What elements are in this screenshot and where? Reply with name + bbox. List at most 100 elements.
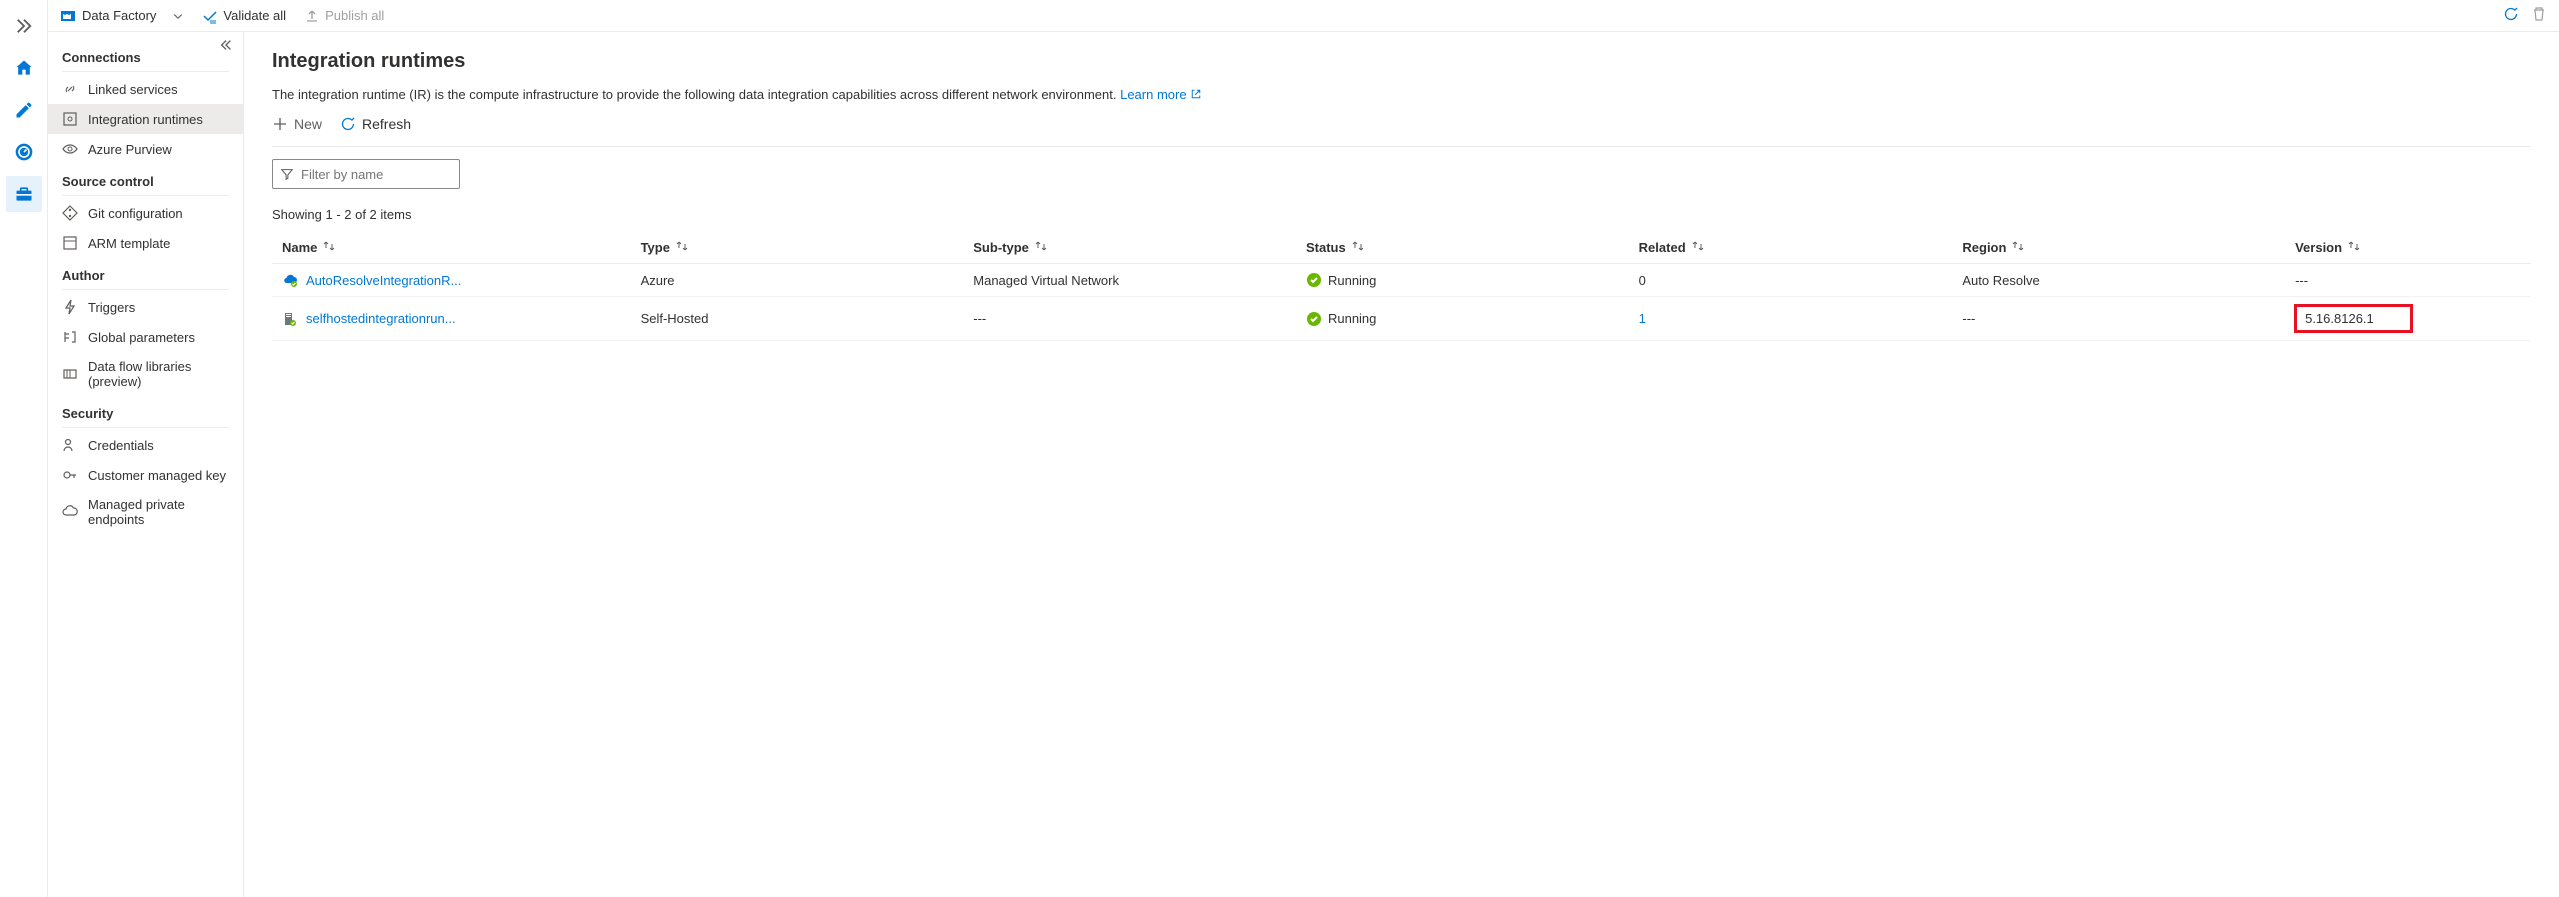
runtime-name-cell[interactable]: selfhostedintegrationrun... [272,297,631,341]
sidebar-item-label: Triggers [88,300,135,315]
manage-sidebar: Connections Linked services Integration … [48,32,244,897]
template-icon [62,235,78,251]
validate-icon [202,8,218,24]
sidebar-item-label: Integration runtimes [88,112,203,127]
page-title: Integration runtimes [272,50,2531,73]
refresh-icon [2503,6,2519,22]
column-version[interactable]: Version [2285,232,2531,264]
git-icon [62,205,78,221]
section-author-title: Author [48,258,243,289]
related-link[interactable]: 1 [1639,311,1646,326]
sidebar-item-label: Managed private endpoints [88,497,229,527]
server-runtime-icon [282,311,298,327]
sort-icon[interactable] [1352,240,1364,252]
publish-all-button[interactable]: Publish all [304,8,384,24]
section-connections-title: Connections [48,40,243,71]
column-name[interactable]: Name [272,232,631,264]
type-cell: Azure [631,264,964,297]
sort-icon[interactable] [676,240,688,252]
sidebar-item-azure-purview[interactable]: Azure Purview [48,134,243,164]
external-link-icon [1190,88,1202,100]
sidebar-item-label: ARM template [88,236,170,251]
filter-input[interactable] [272,159,460,189]
author-button[interactable] [6,92,42,128]
monitor-button[interactable] [6,134,42,170]
status-running-icon [1306,311,1322,327]
chevron-double-left-icon [219,38,233,52]
sidebar-item-git-configuration[interactable]: Git configuration [48,198,243,228]
sort-icon[interactable] [2348,240,2360,252]
content-area: Integration runtimes The integration run… [244,32,2559,897]
sidebar-item-data-flow-libraries[interactable]: Data flow libraries (preview) [48,352,243,396]
sidebar-item-global-parameters[interactable]: Global parameters [48,322,243,352]
library-icon [62,366,78,382]
link-icon [62,81,78,97]
sort-icon[interactable] [1692,240,1704,252]
sidebar-item-integration-runtimes[interactable]: Integration runtimes [48,104,243,134]
sidebar-item-credentials[interactable]: Credentials [48,430,243,460]
column-region[interactable]: Region [1952,232,2285,264]
version-cell: --- [2285,264,2531,297]
page-description: The integration runtime (IR) is the comp… [272,87,2531,102]
section-security-title: Security [48,396,243,427]
refresh-icon [340,116,356,132]
sidebar-item-customer-managed-key[interactable]: Customer managed key [48,460,243,490]
trash-icon [2531,6,2547,22]
result-count: Showing 1 - 2 of 2 items [272,207,2531,222]
toolbox-icon [14,184,34,204]
home-button[interactable] [6,50,42,86]
sidebar-collapse-button[interactable] [219,38,233,55]
column-related[interactable]: Related [1629,232,1953,264]
sidebar-item-linked-services[interactable]: Linked services [48,74,243,104]
sidebar-item-arm-template[interactable]: ARM template [48,228,243,258]
filter-icon [280,167,294,181]
runtimes-table: Name Type Sub-type Status Related Region… [272,232,2531,341]
status-cell: Running [1296,297,1629,341]
runtime-name-cell[interactable]: AutoResolveIntegrationR... [272,264,631,297]
sort-icon[interactable] [1035,240,1047,252]
sort-icon[interactable] [2012,240,2024,252]
column-type[interactable]: Type [631,232,964,264]
region-cell: --- [1952,297,2285,341]
top-toolbar: Data Factory Validate all Publish all [48,0,2559,32]
plus-icon [272,116,288,132]
sidebar-item-label: Data flow libraries (preview) [88,359,229,389]
column-subtype[interactable]: Sub-type [963,232,1296,264]
filter-box [272,159,460,189]
version-cell-highlighted: 5.16.8126.1 [2295,305,2412,332]
subtype-cell: --- [963,297,1296,341]
publish-label: Publish all [325,8,384,23]
left-icon-rail [0,0,48,897]
factory-selector[interactable]: Data Factory [60,8,184,24]
factory-icon [60,8,76,24]
eye-icon [62,141,78,157]
sidebar-item-label: Customer managed key [88,468,226,483]
column-status[interactable]: Status [1296,232,1629,264]
chevron-double-right-icon [14,16,34,36]
validate-all-button[interactable]: Validate all [202,8,286,24]
refresh-global-button[interactable] [2503,6,2519,25]
gauge-icon [14,142,34,162]
subtype-cell: Managed Virtual Network [963,264,1296,297]
runtime-icon [62,111,78,127]
table-row: selfhostedintegrationrun...Self-Hosted--… [272,297,2531,341]
sort-icon[interactable] [323,240,335,252]
new-button[interactable]: New [272,116,322,132]
expand-rail-button[interactable] [6,8,42,44]
discard-button[interactable] [2531,6,2547,25]
command-bar: New Refresh [272,116,2531,132]
sidebar-item-managed-private-endpoints[interactable]: Managed private endpoints [48,490,243,534]
refresh-button[interactable]: Refresh [340,116,411,132]
status-running-icon [1306,272,1322,288]
learn-more-link[interactable]: Learn more [1120,87,1202,102]
sidebar-item-label: Git configuration [88,206,183,221]
cloud-lock-icon [62,504,78,520]
key-icon [62,467,78,483]
manage-button[interactable] [6,176,42,212]
pencil-icon [14,100,34,120]
chevron-down-icon [172,10,184,22]
home-icon [14,58,34,78]
publish-icon [304,8,320,24]
validate-label: Validate all [223,8,286,23]
sidebar-item-triggers[interactable]: Triggers [48,292,243,322]
